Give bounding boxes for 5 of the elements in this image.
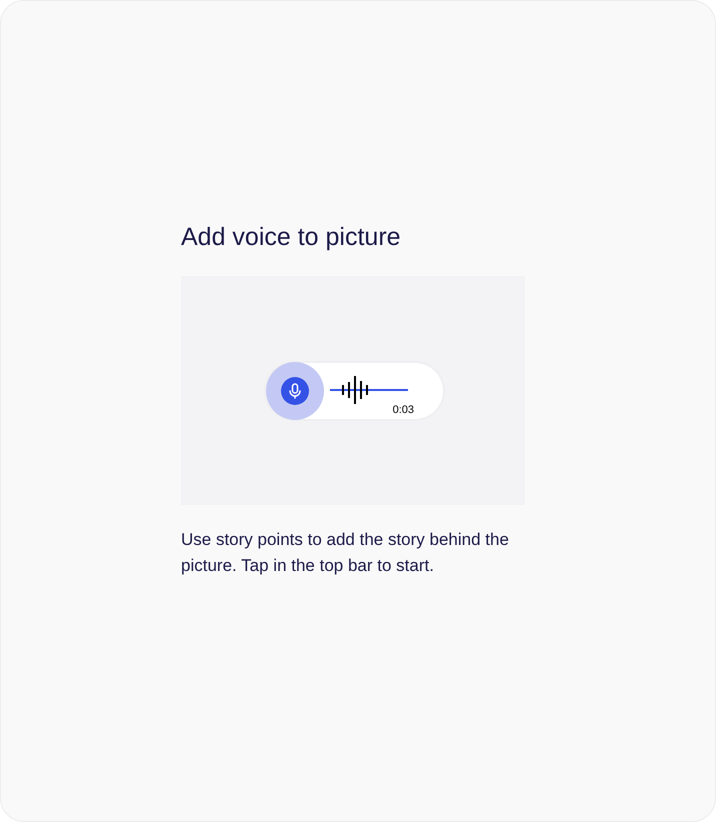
recording-time: 0:03 <box>392 404 414 416</box>
record-button[interactable] <box>266 362 324 420</box>
description: Use story points to add the story behind the picture. Tap in the top bar to start. <box>181 529 510 577</box>
microphone-icon <box>288 382 302 398</box>
title: Add voice to picture <box>181 222 401 253</box>
